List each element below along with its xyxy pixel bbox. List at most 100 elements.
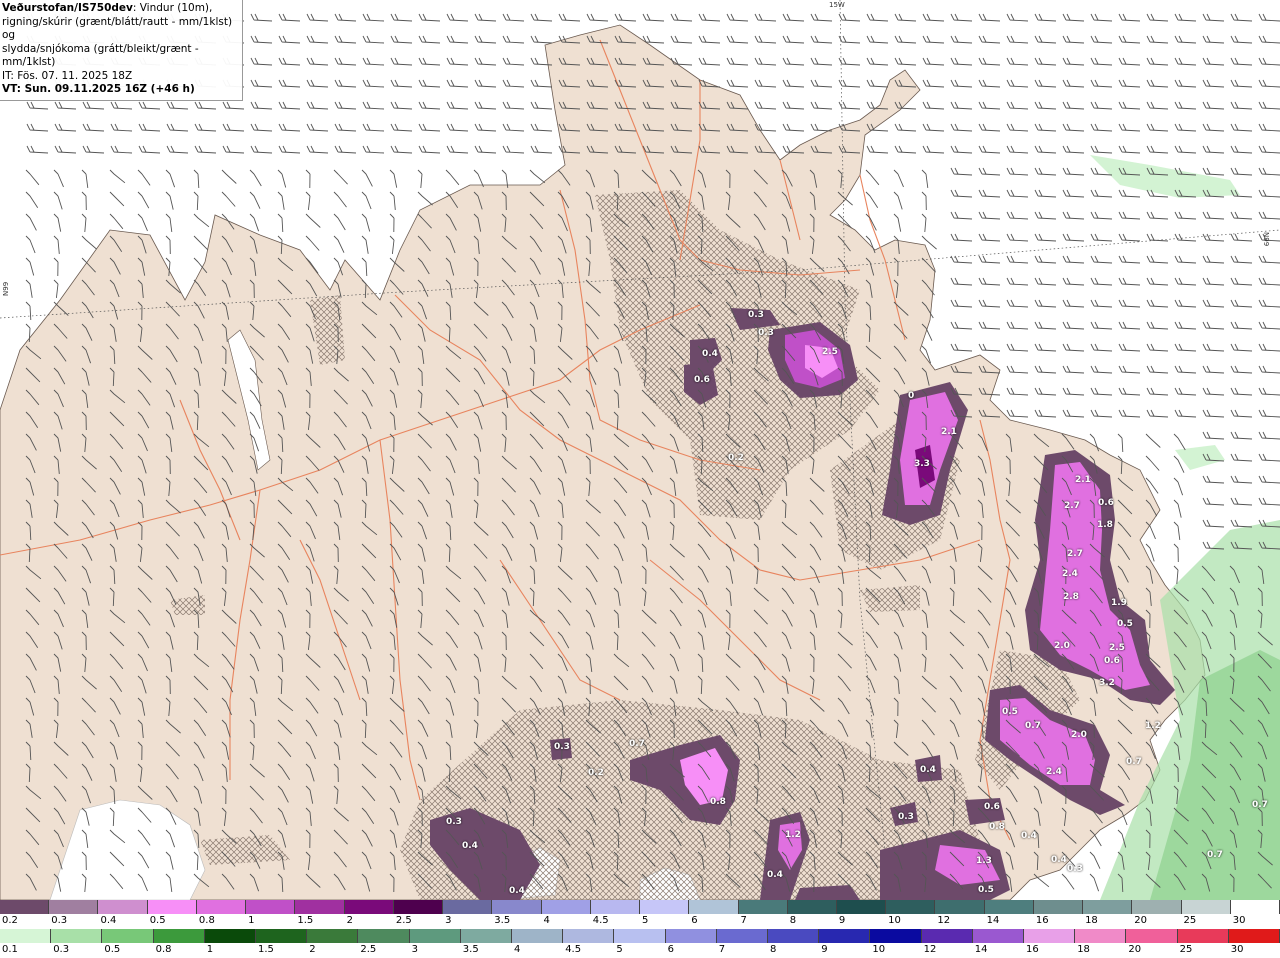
precip-value: 0.4 [462, 841, 478, 851]
legend-label: 4 [514, 944, 521, 955]
precip-value: 0.4 [1051, 855, 1067, 865]
title-desc-3: slydda/snjókoma (grátt/bleikt/grænt - mm… [2, 42, 199, 69]
title-desc-2: rigning/skúrir (grænt/blátt/rautt - mm/1… [2, 15, 233, 42]
legend-label: 1 [206, 944, 214, 955]
legend-label: 1 [248, 915, 255, 926]
legend-swatch [870, 929, 922, 943]
legend-swatch [196, 900, 247, 914]
precip-value: 2.8 [1063, 592, 1079, 602]
legend-label: 2.5 [395, 915, 412, 926]
legend-swatch [886, 900, 936, 914]
map-title-box: Veðurstofan/IS750dev: Vindur (10m), rign… [0, 0, 243, 101]
legend-label: 0.3 [51, 915, 68, 926]
precip-value: 3.3 [914, 459, 930, 469]
legend-swatch [204, 929, 257, 943]
legend-label: 1.5 [258, 944, 274, 955]
precip-value: 0.4 [1021, 831, 1037, 841]
legend-swatch [153, 929, 205, 943]
legend-swatch [716, 929, 769, 943]
legend-label: 9 [838, 915, 846, 926]
precip-value: 0.8 [710, 797, 726, 807]
precip-value: 2.4 [1046, 767, 1062, 777]
legend-label: 7 [740, 915, 747, 926]
precip-value: 0.2 [588, 768, 604, 778]
weather-map[interactable] [0, 0, 1280, 900]
legend-label: 8 [770, 944, 777, 955]
precip-value: 0.6 [1098, 498, 1114, 508]
legend-swatch [49, 900, 99, 914]
legend-snow-labels: 0.2 0.3 0.4 0.5 0.8 1 1.5 2 2.5 3 3.5 4 4.5 5 6 7 8 9 10 12… [0, 914, 1280, 928]
legend-label: 10 [872, 944, 886, 955]
precip-value: 2.0 [1054, 641, 1070, 651]
legend-rain-bar [0, 929, 1280, 943]
legend-label: 2 [309, 944, 316, 955]
legend-swatch [1132, 900, 1182, 914]
precip-value: 2.5 [822, 347, 838, 357]
legend-swatch [1230, 900, 1280, 914]
legend-label: 7 [718, 944, 726, 955]
legend-swatch [665, 929, 717, 943]
legend-swatch [768, 929, 820, 943]
legend-label: 1.5 [297, 915, 314, 926]
precip-value: 0.4 [767, 870, 783, 880]
precip-value: 0.6 [984, 802, 1000, 812]
legend-swatch [921, 929, 973, 943]
precip-value: 0.7 [629, 739, 645, 749]
legend-swatch [0, 900, 50, 914]
init-time: IT: Fös. 07. 11. 2025 18Z [2, 69, 133, 82]
legend-swatch [1181, 900, 1231, 914]
legend-label: 0.3 [53, 944, 70, 955]
legend-label: 16 [1035, 915, 1049, 926]
legend-label: 0.8 [198, 915, 215, 926]
valid-time: VT: Sun. 09.11.2025 16Z (+46 h) [2, 83, 195, 95]
legend-swatch [512, 929, 564, 943]
precip-value: 0.2 [728, 453, 744, 463]
legend-swatch [102, 929, 154, 943]
legend-label: 30 [1232, 915, 1246, 926]
precip-value: 0.7 [1126, 757, 1142, 767]
precip-value: 1.2 [785, 830, 801, 840]
precip-value: 2.1 [1075, 475, 1091, 485]
legend-swatch [1083, 900, 1133, 914]
legend-label: 12 [923, 944, 937, 955]
legend-label: 14 [974, 944, 988, 955]
legend-swatch [563, 929, 615, 943]
precip-value: 2.7 [1067, 549, 1083, 559]
legend-label: 14 [986, 915, 1000, 926]
legend-swatch [738, 900, 788, 914]
legend-swatch [98, 900, 148, 914]
legend-label: 4 [543, 915, 550, 926]
legend-label: 0.5 [149, 915, 166, 926]
precip-value: 0.3 [554, 742, 570, 752]
legend-swatch [819, 929, 871, 943]
legend-swatch [1075, 929, 1127, 943]
legend-label: 18 [1085, 915, 1098, 926]
precip-value: 0.5 [978, 885, 994, 895]
legend-label: 2.5 [360, 944, 377, 955]
legend-swatch [1228, 929, 1280, 943]
legend-snow-bar [0, 900, 1280, 914]
legend-label: 2 [346, 915, 353, 926]
legend-swatch [935, 900, 985, 914]
legend-label: 0.8 [155, 944, 172, 955]
legend-swatch [689, 900, 739, 914]
precip-value: 0 [908, 391, 915, 401]
legend-label: 6 [691, 915, 698, 926]
precip-value: 0.4 [509, 886, 525, 896]
legend-swatch [307, 929, 359, 943]
legend-swatch [295, 900, 345, 914]
legend-swatch [836, 900, 887, 914]
legend-label: 25 [1183, 915, 1197, 926]
legend-swatch [147, 900, 197, 914]
legend-label: 3.5 [462, 944, 479, 955]
legend-swatch [443, 900, 493, 914]
precip-value: 1.3 [976, 856, 992, 866]
legend-label: 0.2 [2, 915, 18, 926]
precip-value: 2.4 [1062, 569, 1078, 579]
legend-label: 3.5 [494, 915, 511, 926]
precip-value: 2.0 [1071, 730, 1087, 740]
precip-value: 0.5 [1002, 707, 1018, 717]
legend-swatch [344, 900, 394, 914]
precip-value: 0.7 [1252, 800, 1268, 810]
precip-value: 0.7 [1207, 850, 1223, 860]
